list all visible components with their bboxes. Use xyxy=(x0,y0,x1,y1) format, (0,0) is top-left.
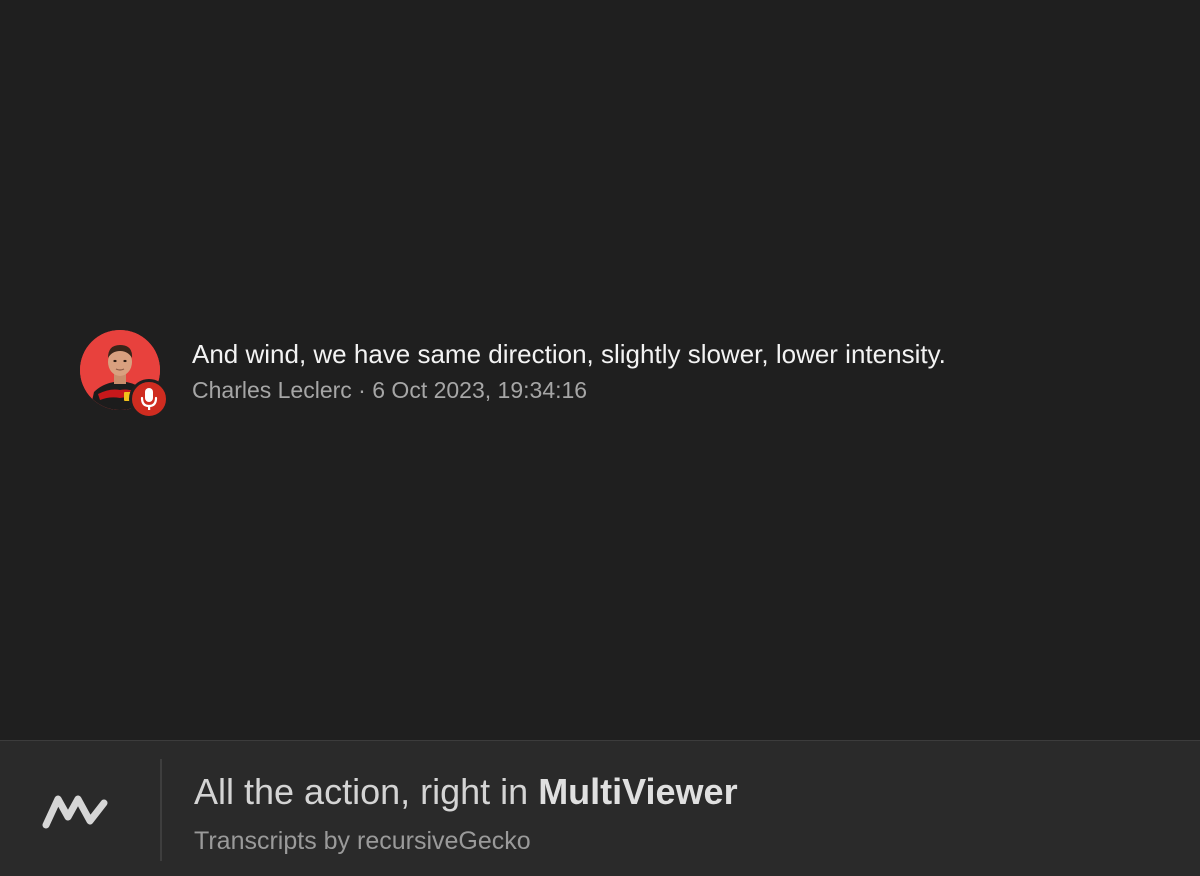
footer-subtitle: Transcripts by recursiveGecko xyxy=(194,827,531,855)
footer-banner: All the action, right in MultiViewer Tra… xyxy=(0,740,1200,876)
driver-name: Charles Leclerc xyxy=(192,377,352,403)
footer-title-brand: MultiViewer xyxy=(538,771,738,812)
message-meta: Charles Leclerc · 6 Oct 2023, 19:34:16 xyxy=(192,376,946,404)
footer-divider xyxy=(160,759,162,861)
transcript-text: And wind, we have same direction, slight… xyxy=(192,339,946,369)
footer-title-prefix: All the action, right in xyxy=(194,771,539,812)
multiviewer-logo-icon xyxy=(42,793,118,829)
driver-avatar-container xyxy=(80,330,169,419)
meta-separator: · xyxy=(351,377,373,403)
microphone-icon xyxy=(129,379,169,419)
message-body: And wind, we have same direction, slight… xyxy=(192,330,946,404)
message-timestamp: 6 Oct 2023, 19:34:16 xyxy=(372,377,588,403)
transcript-area: And wind, we have same direction, slight… xyxy=(0,0,1200,740)
transcript-message: And wind, we have same direction, slight… xyxy=(80,330,946,419)
footer-title: All the action, right in MultiViewer xyxy=(194,769,738,815)
